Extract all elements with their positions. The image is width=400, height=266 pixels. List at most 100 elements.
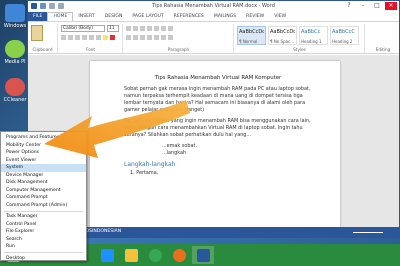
help-button[interactable]: ?	[343, 2, 355, 10]
multilevel-list-icon[interactable]	[140, 26, 145, 31]
menu-item-device-manager[interactable]: Device Manager	[1, 172, 86, 180]
style-sample: AaBbCc	[301, 29, 321, 35]
tab-mailings[interactable]: MAILINGS	[209, 12, 241, 21]
menu-item-control-panel[interactable]: Control Panel	[1, 221, 86, 229]
bullets-icon[interactable]	[126, 26, 131, 31]
desktop-icon[interactable]: CCleaner	[2, 78, 28, 103]
sort-icon[interactable]	[161, 26, 166, 31]
menu-item-command-prompt[interactable]: Command Prompt	[1, 194, 86, 202]
paragraph-fragment-2: ...langkah	[162, 150, 187, 156]
borders-icon[interactable]	[168, 35, 173, 40]
style-heading-1[interactable]: AaBbCc Heading 1	[299, 26, 328, 45]
document-page[interactable]: Tips Rahasia Menambah Virtual RAM Komput…	[90, 61, 340, 231]
underline-icon[interactable]	[75, 35, 80, 40]
align-center-icon[interactable]	[133, 35, 138, 40]
menu-item-task-manager[interactable]: Task Manager	[1, 213, 86, 221]
desktop-icon[interactable]: Windows	[2, 4, 28, 29]
taskbar-app[interactable]	[120, 246, 142, 264]
numbering-icon[interactable]	[133, 26, 138, 31]
ie-icon	[100, 248, 114, 262]
menu-item-desktop[interactable]: Desktop	[1, 255, 86, 263]
group-label: Font	[85, 47, 96, 52]
minimize-button[interactable]: –	[357, 2, 369, 10]
tab-design[interactable]: DESIGN	[100, 12, 128, 21]
paragraph-buttons-row2	[126, 35, 173, 40]
zoom-slider[interactable]	[353, 232, 383, 233]
menu-item-search[interactable]: Search	[1, 236, 86, 244]
desktop-icon-label: Media Pl	[4, 59, 26, 65]
italic-icon[interactable]	[68, 35, 73, 40]
bold-icon[interactable]	[61, 35, 66, 40]
style-sample: AaBbCcC	[332, 29, 355, 35]
menu-item-event-viewer[interactable]: Event Viewer	[1, 157, 86, 165]
align-right-icon[interactable]	[140, 35, 145, 40]
style-sample: AaBbCcDc	[239, 29, 264, 35]
paragraph-buttons-row1	[126, 26, 173, 31]
paragraph-fragment-1: ...emak sobat.	[162, 143, 197, 149]
strikethrough-icon[interactable]	[82, 35, 87, 40]
tab-view[interactable]: VIEW	[269, 12, 291, 21]
menu-item-disk-management[interactable]: Disk Management	[1, 179, 86, 187]
align-left-icon[interactable]	[126, 35, 131, 40]
tab-insert[interactable]: INSERT	[73, 12, 99, 21]
font-size-select[interactable]: 11	[107, 25, 119, 32]
tab-references[interactable]: REFERENCES	[169, 12, 209, 21]
menu-item-system[interactable]: System	[1, 164, 86, 172]
style-name: Heading 1	[301, 39, 322, 44]
show-marks-icon[interactable]	[168, 26, 173, 31]
taskbar-app[interactable]	[144, 246, 166, 264]
styles-group: AaBbCcDc ¶ Normal AaBbCcDc ¶ No Spac... …	[235, 24, 365, 53]
subscript-icon[interactable]	[89, 35, 94, 40]
line-spacing-icon[interactable]	[154, 35, 159, 40]
menu-item-file-explorer[interactable]: File Explorer	[1, 228, 86, 236]
word-icon	[196, 248, 210, 262]
decrease-indent-icon[interactable]	[147, 26, 152, 31]
group-label: Styles	[293, 47, 306, 52]
highlight-icon[interactable]	[103, 35, 108, 40]
font-name-select[interactable]: Calibri (Body)	[61, 25, 105, 32]
menu-separator	[4, 252, 83, 253]
style-sample: AaBbCcDc	[270, 29, 295, 35]
menu-item-power-options[interactable]: Power Options	[1, 149, 86, 157]
menu-item-programs-features[interactable]: Programs and Features	[1, 134, 86, 142]
winx-context-menu: Programs and Features Mobility Center Po…	[0, 131, 87, 261]
section-heading: Langkah-langkah	[124, 161, 176, 168]
superscript-icon[interactable]	[96, 35, 101, 40]
style-no-spacing[interactable]: AaBbCcDc ¶ No Spac...	[268, 26, 297, 45]
style-name: Heading 2	[332, 39, 353, 44]
editing-group: Editing	[366, 24, 400, 53]
desktop-icon[interactable]: Media Pl	[2, 40, 28, 65]
taskbar-app-active[interactable]	[192, 246, 214, 264]
taskbar-app[interactable]	[168, 246, 190, 264]
clipboard-group: Clipboard	[28, 24, 58, 53]
menu-item-mobility-center[interactable]: Mobility Center	[1, 142, 86, 150]
document-title: Tips Rahasia Menambah Virtual RAM Komput…	[154, 75, 282, 81]
language-indicator[interactable]: INDONESIAN	[92, 229, 121, 234]
media-player-icon	[5, 40, 25, 58]
firefox-icon	[172, 248, 186, 262]
windows-icon	[5, 4, 25, 22]
paste-button[interactable]	[31, 25, 43, 41]
style-normal[interactable]: AaBbCcDc ¶ Normal	[237, 26, 266, 45]
increase-indent-icon[interactable]	[154, 26, 159, 31]
close-button[interactable]: ✕	[385, 2, 397, 10]
font-color-icon[interactable]	[110, 35, 115, 40]
tab-home[interactable]: HOME	[47, 12, 74, 21]
menu-item-computer-management[interactable]: Computer Management	[1, 187, 86, 195]
group-label: Paragraph	[167, 47, 190, 52]
menu-item-command-prompt-admin[interactable]: Command Prompt (Admin)	[1, 202, 86, 210]
style-name: ¶ No Spac...	[270, 39, 295, 44]
tab-review[interactable]: REVIEW	[241, 12, 269, 21]
shading-icon[interactable]	[161, 35, 166, 40]
explorer-icon	[124, 248, 138, 262]
taskbar-app[interactable]	[96, 246, 118, 264]
style-heading-2[interactable]: AaBbCcC Heading 2	[330, 26, 359, 45]
tab-file[interactable]: FILE	[28, 12, 48, 21]
maximize-button[interactable]: □	[371, 2, 383, 10]
window-controls: ? – □ ✕	[343, 2, 397, 10]
justify-icon[interactable]	[147, 35, 152, 40]
tab-page-layout[interactable]: PAGE LAYOUT	[127, 12, 168, 21]
ccleaner-icon	[5, 78, 25, 96]
menu-item-run[interactable]: Run	[1, 243, 86, 251]
group-label: Clipboard	[32, 47, 53, 52]
